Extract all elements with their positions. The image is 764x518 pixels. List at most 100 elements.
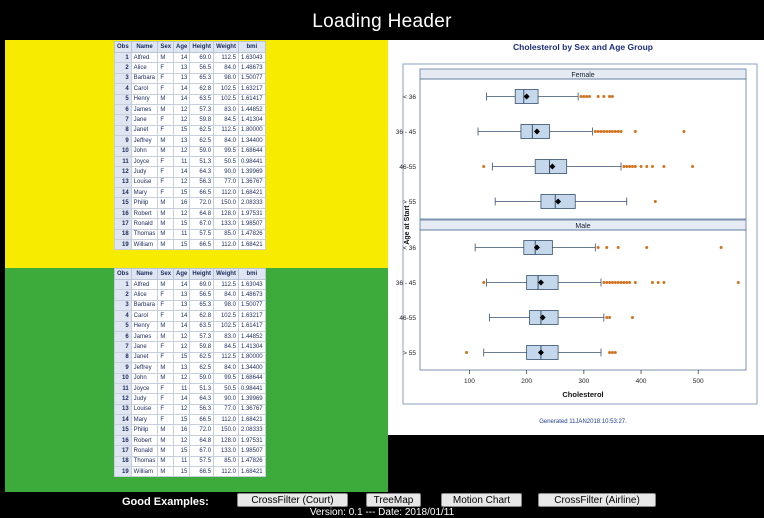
table-cell: 150.0: [213, 197, 239, 209]
table-cell: 1.98507: [237, 218, 266, 230]
outlier-point: [650, 281, 654, 284]
table-cell: F: [157, 114, 175, 126]
table-cell: M: [157, 145, 175, 157]
table-cell: M: [157, 135, 175, 147]
outlier-point: [610, 281, 614, 284]
outlier-point: [616, 130, 620, 133]
outlier-point: [662, 281, 666, 284]
x-tick-label: 200: [521, 378, 532, 385]
table-cell: 12: [173, 403, 191, 416]
column-header: Sex: [157, 41, 175, 53]
outlier-point: [605, 316, 609, 319]
category-label: < 36: [403, 245, 416, 252]
table-row: 5 Henry M 14 63.5 102.5 1.61417: [114, 320, 266, 332]
table-cell: 11: [173, 382, 191, 395]
table-cell: 102.5: [213, 320, 239, 332]
table-cell: 150.0: [213, 424, 239, 436]
table-cell: 83.0: [213, 103, 239, 116]
table-cell: 3: [114, 299, 132, 312]
table-cell: 112.5: [213, 278, 239, 291]
outlier-point: [593, 130, 597, 133]
table-cell: 12: [173, 145, 191, 157]
table-cell: F: [157, 299, 175, 312]
table-cell: 17: [114, 445, 132, 457]
good-examples-label: Good Examples:: [122, 496, 209, 508]
table-cell: 0.98441: [237, 155, 266, 168]
outlier-point: [630, 165, 634, 168]
table-cell: 64.3: [189, 393, 215, 405]
table-cell: 1.68421: [237, 239, 266, 251]
outlier-point: [633, 281, 637, 284]
table-cell: 112.0: [213, 466, 239, 478]
table-cell: F: [157, 83, 175, 95]
table-cell: Joyce: [130, 155, 159, 168]
table-cell: Henry: [130, 320, 159, 332]
outlier-point: [605, 246, 609, 249]
category-label: 46-55: [399, 315, 416, 322]
table-row: 8 Janet F 15 62.5 112.5 1.80000: [114, 351, 266, 364]
table-cell: 6: [114, 103, 132, 116]
table-cell: 63.5: [189, 93, 215, 105]
table-cell: 1.61417: [237, 93, 266, 105]
motion-chart-button[interactable]: Motion Chart: [441, 493, 522, 507]
table-cell: M: [157, 278, 175, 291]
column-header: Age: [173, 41, 191, 53]
outlier-point: [656, 281, 660, 284]
table-row: 9 Jeffrey M 13 62.5 84.0 1.34400: [114, 362, 266, 374]
table-cell: 1.98507: [237, 445, 266, 457]
page-title: Loading Header: [312, 11, 452, 32]
outlier-point: [719, 246, 723, 249]
table-cell: Janet: [130, 351, 159, 364]
outlier-point: [596, 95, 600, 98]
table-cell: 62.5: [189, 362, 215, 374]
table-cell: Joyce: [130, 382, 159, 395]
table-cell: 57.3: [189, 103, 215, 116]
table-cell: 12: [114, 393, 132, 405]
table-cell: M: [157, 455, 175, 468]
table-cell: 14: [173, 393, 191, 405]
crossfilter-airline-button[interactable]: CrossFilter (Airline): [538, 493, 656, 507]
cholesterol-boxplot-chart: Cholesterol by Sex and Age Group Female < …: [396, 42, 758, 425]
table-cell: 1.68421: [237, 466, 266, 478]
outlier-point: [613, 281, 617, 284]
table-cell: M: [157, 434, 175, 447]
table-cell: 18: [114, 228, 132, 241]
outlier-point: [619, 130, 623, 133]
table-cell: 10: [114, 145, 132, 157]
table-cell: 19: [114, 466, 132, 478]
table-cell: 65.3: [189, 72, 215, 85]
table-cell: 128.0: [213, 207, 239, 220]
table-cell: Jeffrey: [130, 362, 159, 374]
table-cell: F: [157, 393, 175, 405]
table-cell: 12: [173, 341, 191, 353]
table-cell: 66.5: [189, 414, 215, 426]
crossfilter-court-button[interactable]: CrossFilter (Court): [237, 493, 348, 507]
table-header-row: Obs Name Sex Age Height Weight bmi: [114, 41, 266, 53]
category-label: 36 - 45: [396, 280, 417, 287]
table-cell: 85.0: [213, 228, 239, 241]
table-cell: M: [157, 239, 175, 251]
table-cell: 65.3: [189, 299, 215, 312]
column-header: Age: [173, 268, 191, 280]
table-cell: 14: [173, 320, 191, 332]
table-cell: 16: [173, 197, 191, 209]
class-table-top: Obs Name Sex Age Height Weight bmi 1 Alfred M 14 69…: [114, 41, 266, 251]
table-cell: Philip: [130, 424, 159, 436]
table-cell: F: [157, 166, 175, 178]
x-tick-label: 100: [464, 378, 475, 385]
table-cell: 2: [114, 62, 132, 74]
table-row: 9 Jeffrey M 13 62.5 84.0 1.34400: [114, 135, 266, 147]
table-cell: 1.34400: [237, 362, 266, 374]
table-cell: 1.97531: [237, 207, 266, 220]
table-row: 18 Thomas M 11 57.5 85.0 1.47826: [114, 455, 266, 468]
table-cell: 12: [173, 372, 191, 384]
table-cell: 1: [114, 51, 132, 64]
table-cell: 77.0: [213, 176, 239, 189]
table-cell: 12: [173, 330, 191, 343]
table-row: 7 Jane F 12 59.8 84.5 1.41304: [114, 114, 266, 126]
table-cell: 13: [173, 299, 191, 312]
table-cell: 0.98441: [237, 382, 266, 395]
table-cell: 64.3: [189, 166, 215, 178]
treemap-button[interactable]: TreeMap: [366, 493, 421, 507]
panel-label: Female: [571, 72, 594, 79]
